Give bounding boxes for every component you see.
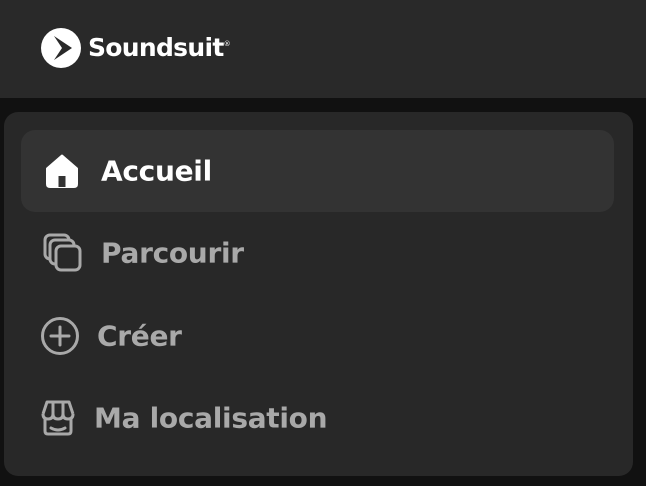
nav-item-label: Accueil bbox=[101, 154, 212, 188]
top-header: Soundsuit® bbox=[0, 0, 646, 98]
stacked-squares-icon bbox=[43, 233, 82, 272]
soundsuit-logo[interactable]: Soundsuit® bbox=[40, 27, 231, 69]
nav-item-label: Parcourir bbox=[101, 236, 244, 270]
nav-item-creer[interactable]: Créer bbox=[21, 295, 614, 377]
nav-item-parcourir[interactable]: Parcourir bbox=[21, 212, 614, 294]
nav-item-ma-localisation[interactable]: Ma localisation bbox=[21, 377, 614, 459]
soundsuit-logo-icon bbox=[41, 28, 81, 68]
nav-item-label: Créer bbox=[97, 319, 182, 353]
store-icon bbox=[41, 400, 75, 436]
nav-item-accueil[interactable]: Accueil bbox=[21, 130, 614, 212]
nav-item-label: Ma localisation bbox=[94, 401, 328, 435]
plus-circle-icon bbox=[41, 317, 79, 355]
home-icon bbox=[46, 154, 78, 188]
brand-name: Soundsuit® bbox=[88, 33, 231, 62]
sidebar-nav-panel: Accueil Parcourir Créer Ma localisation bbox=[4, 112, 633, 476]
